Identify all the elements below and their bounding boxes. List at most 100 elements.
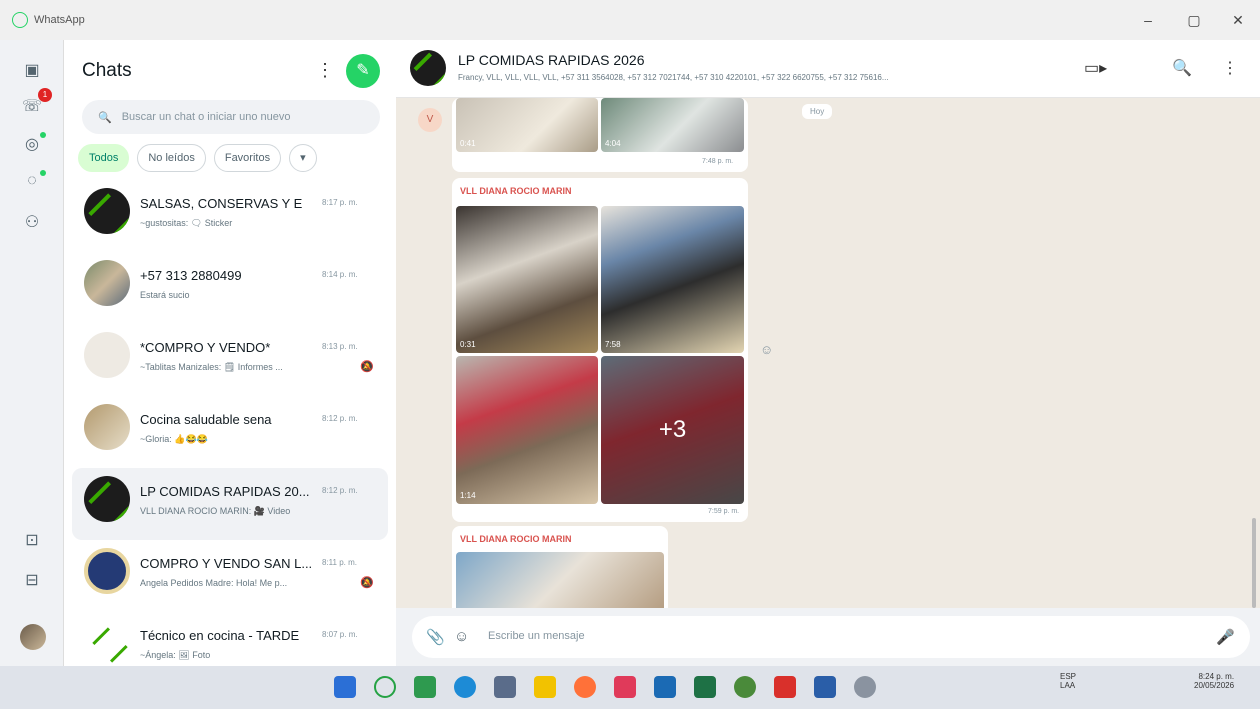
attach-icon[interactable]: 📎 bbox=[426, 628, 445, 646]
message-photo[interactable]: VLL DIANA ROCIO MARIN bbox=[452, 526, 668, 608]
more-media-tile[interactable]: +3 bbox=[601, 356, 744, 504]
video-thumbnail[interactable]: 1:14 bbox=[456, 356, 598, 504]
conversation-pane: LP COMIDAS RAPIDAS 2026 Francy, VLL, VLL… bbox=[396, 40, 1260, 666]
whatsapp-logo-icon bbox=[12, 12, 28, 28]
word-icon[interactable] bbox=[654, 676, 676, 698]
video-call-icon[interactable]: ▭▸ bbox=[1084, 58, 1107, 78]
group-avatar[interactable] bbox=[410, 50, 446, 86]
video-duration: 1:14 bbox=[460, 491, 476, 500]
profile-avatar[interactable] bbox=[20, 624, 46, 650]
chat-item-compro-vendo-san[interactable]: COMPRO Y VENDO SAN L... 8:11 p. m. Angel… bbox=[72, 540, 388, 612]
video-duration: 4:04 bbox=[605, 139, 621, 148]
communities-nav-icon[interactable]: ⚇ bbox=[20, 212, 44, 234]
app-title-text: WhatsApp bbox=[34, 14, 85, 26]
filter-favorites[interactable]: Favoritos bbox=[213, 144, 282, 172]
react-icon[interactable]: ☺ bbox=[760, 342, 773, 357]
chat-preview: ~gustositas: 🗨 Sticker bbox=[140, 218, 233, 228]
video-duration: 0:31 bbox=[460, 340, 476, 349]
video-thumbnail[interactable]: 4:04 bbox=[601, 98, 744, 152]
sticker-icon[interactable]: ☺ bbox=[454, 628, 469, 645]
chat-time: 8:12 p. m. bbox=[322, 414, 358, 423]
search-placeholder: Buscar un chat o iniciar uno nuevo bbox=[121, 111, 291, 123]
chat-avatar bbox=[84, 260, 130, 306]
chat-time: 8:17 p. m. bbox=[322, 198, 358, 207]
chat-item-phone[interactable]: +57 313 2880499 8:14 p. m. Estará sucio bbox=[72, 252, 388, 324]
video-duration: 0:41 bbox=[460, 139, 476, 148]
clock[interactable]: 8:24 p. m. 20/05/2026 bbox=[1194, 672, 1234, 690]
sidebar-menu-icon[interactable]: ⋮ bbox=[316, 60, 334, 81]
chat-preview: Angela Pedidos Madre: Hola! Me p... bbox=[140, 578, 288, 588]
start-icon[interactable] bbox=[334, 676, 356, 698]
filter-all[interactable]: Todos bbox=[78, 144, 130, 172]
firefox-icon[interactable] bbox=[574, 676, 596, 698]
search-input[interactable]: 🔍 Buscar un chat o iniciar uno nuevo bbox=[82, 100, 380, 134]
photo-thumbnail[interactable] bbox=[456, 552, 664, 608]
app-taskbar-icon[interactable] bbox=[414, 676, 436, 698]
chat-name: *COMPRO Y VENDO* bbox=[140, 340, 271, 355]
chat-item-cocina-saludable[interactable]: Cocina saludable sena 8:12 p. m. ~Gloria… bbox=[72, 396, 388, 468]
title-bar: WhatsApp – ▢ ✕ bbox=[0, 0, 1260, 40]
chat-preview: Estará sucio bbox=[140, 290, 190, 300]
edge-icon[interactable] bbox=[454, 676, 476, 698]
group-members: Francy, VLL, VLL, VLL, VLL, +57 311 3564… bbox=[458, 73, 889, 82]
chat-name: Técnico en cocina - TARDE bbox=[140, 628, 300, 643]
search-icon: 🔍 bbox=[98, 111, 112, 124]
chrome-icon[interactable] bbox=[734, 676, 756, 698]
chat-name: COMPRO Y VENDO SAN L... bbox=[140, 556, 312, 571]
whatsapp-taskbar-icon[interactable] bbox=[374, 676, 396, 698]
keyboard-layout: LAA bbox=[1060, 681, 1076, 690]
search-icon[interactable]: 🔍 bbox=[1172, 58, 1192, 78]
archived-nav-icon[interactable]: ⊟ bbox=[20, 570, 44, 592]
message-sender: VLL DIANA ROCIO MARIN bbox=[460, 534, 572, 544]
chat-item-lp-comidas[interactable]: LP COMIDAS RAPIDAS 20... 8:12 p. m. VLL … bbox=[72, 468, 388, 540]
app-title: WhatsApp bbox=[12, 12, 85, 28]
sidebar-title: Chats bbox=[82, 60, 132, 81]
chat-avatar bbox=[84, 404, 130, 450]
chat-preview: ~Gloria: 👍😂😂 bbox=[140, 434, 208, 444]
chat-item-salsas[interactable]: SALSAS, CONSERVAS Y E 8:17 p. m. ~gustos… bbox=[72, 180, 388, 252]
excel-icon[interactable] bbox=[694, 676, 716, 698]
conversation-header[interactable]: LP COMIDAS RAPIDAS 2026 Francy, VLL, VLL… bbox=[396, 40, 1260, 98]
settings-icon[interactable] bbox=[854, 676, 876, 698]
message-album-previous[interactable]: 0:41 4:04 7:48 p. m. bbox=[452, 98, 748, 172]
chat-time: 8:14 p. m. bbox=[322, 270, 358, 279]
filter-unread[interactable]: No leídos bbox=[137, 144, 206, 172]
calculator-icon[interactable] bbox=[494, 676, 516, 698]
chat-menu-icon[interactable]: ⋮ bbox=[1222, 58, 1238, 78]
chat-time: 8:07 p. m. bbox=[322, 630, 358, 639]
group-name[interactable]: LP COMIDAS RAPIDAS 2026 bbox=[458, 52, 644, 68]
close-button[interactable]: ✕ bbox=[1226, 10, 1250, 30]
chat-time: 8:13 p. m. bbox=[322, 342, 358, 351]
composer: 📎 ☺ Escribe un mensaje 🎤 bbox=[396, 608, 1260, 666]
message-input[interactable]: 📎 ☺ Escribe un mensaje 🎤 bbox=[412, 616, 1250, 658]
pdf-icon[interactable] bbox=[774, 676, 796, 698]
date-pill: Hoy bbox=[802, 104, 833, 119]
chat-item-compro-vendo[interactable]: *COMPRO Y VENDO* 8:13 p. m. ~Tablitas Ma… bbox=[72, 324, 388, 396]
new-chat-button[interactable]: ✎ bbox=[346, 54, 380, 88]
app-badge-icon[interactable] bbox=[614, 676, 636, 698]
video-thumbnail[interactable]: 7:58 bbox=[601, 206, 744, 353]
chat-list: SALSAS, CONSERVAS Y E 8:17 p. m. ~gustos… bbox=[72, 180, 388, 684]
minimize-button[interactable]: – bbox=[1136, 10, 1160, 30]
calls-badge: 1 bbox=[38, 88, 52, 102]
chat-avatar bbox=[84, 548, 130, 594]
filter-chips: Todos No leídos Favoritos ▾ bbox=[78, 144, 317, 172]
photos-icon[interactable] bbox=[814, 676, 836, 698]
filter-more-button[interactable]: ▾ bbox=[289, 144, 317, 172]
message-placeholder: Escribe un mensaje bbox=[488, 630, 585, 642]
muted-icon: 🔕 bbox=[360, 577, 374, 589]
chats-nav-icon[interactable]: ▣ bbox=[20, 60, 44, 82]
mic-icon[interactable]: 🎤 bbox=[1216, 628, 1235, 646]
message-album[interactable]: VLL DIANA ROCIO MARIN 0:31 7:58 1:14 +3 … bbox=[452, 178, 748, 522]
video-thumbnail[interactable]: 0:41 bbox=[456, 98, 598, 152]
message-time: 7:48 p. m. bbox=[702, 158, 734, 165]
language-indicator[interactable]: ESP LAA bbox=[1060, 672, 1076, 690]
chat-name: +57 313 2880499 bbox=[140, 268, 242, 283]
video-thumbnail[interactable]: 0:31 bbox=[456, 206, 598, 353]
chat-sidebar: Chats ⋮ ✎ 🔍 Buscar un chat o iniciar uno… bbox=[64, 40, 396, 666]
starred-nav-icon[interactable]: ⊡ bbox=[20, 530, 44, 552]
chat-time: 8:11 p. m. bbox=[322, 558, 357, 567]
restore-button[interactable]: ▢ bbox=[1182, 10, 1206, 30]
scrollbar[interactable] bbox=[1252, 518, 1256, 608]
file-explorer-icon[interactable] bbox=[534, 676, 556, 698]
